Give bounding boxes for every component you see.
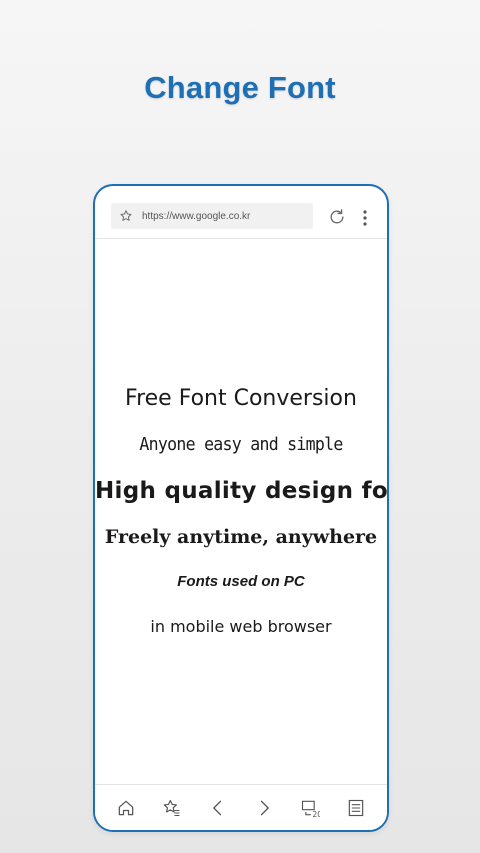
content-line-4: Freely anytime, anywhere [104,526,378,548]
content-line-3: High quality design font [95,478,389,504]
page-headline: Change Font [144,70,336,105]
toolbar-divider [95,238,387,239]
content-line-5: Fonts used on PC [177,573,305,590]
tabs-count: 20 [313,810,321,818]
content-line-2: Anyone easy and simple [139,434,343,455]
home-button[interactable] [112,794,140,822]
back-button[interactable] [204,794,232,822]
bookmarks-button[interactable] [158,794,186,822]
url-text[interactable]: https://www.google.co.kr [142,211,250,222]
refresh-icon[interactable] [327,207,347,227]
tabs-button[interactable]: 20 [296,794,324,822]
tabs-icon: 20 [301,800,321,818]
menu-page-icon [348,799,364,816]
page-content: Free Font Conversion Anyone easy and sim… [95,376,387,650]
phone-frame: https://www.google.co.kr Free Font Conve… [93,184,389,832]
forward-icon [260,800,269,815]
forward-button[interactable] [250,794,278,822]
page-menu-button[interactable] [342,794,370,822]
address-bar[interactable]: https://www.google.co.kr [111,203,313,229]
star-icon[interactable] [119,209,133,223]
content-line-6: in mobile web browser [150,617,332,636]
more-options-icon[interactable] [361,208,369,228]
back-icon [213,800,222,815]
bottom-navigation-bar: 20 [95,784,387,830]
bookmarks-icon [163,799,180,816]
content-line-1: Free Font Conversion [125,386,357,411]
home-icon [118,800,134,815]
